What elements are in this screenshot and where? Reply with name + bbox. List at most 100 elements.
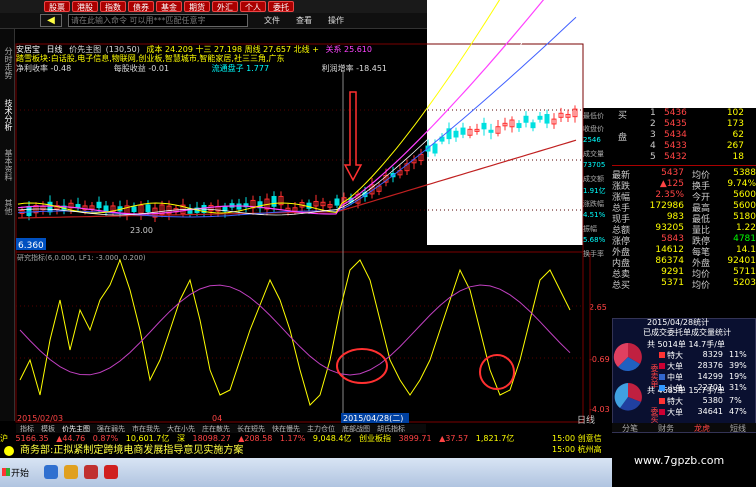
- order-book-row[interactable]: 5 5432 18: [612, 152, 756, 163]
- stat-name: 中单: [667, 373, 683, 382]
- price-info-label: 4.51%: [583, 211, 606, 219]
- main-chart-frame: [15, 43, 584, 253]
- candle-body: [523, 115, 529, 123]
- quote-row: 总手 172986 最高 5600: [612, 201, 756, 214]
- indicator-tab[interactable]: 市在我先: [132, 424, 160, 433]
- indicator-tab[interactable]: 大在小先: [167, 424, 195, 433]
- ma-line-magenta: [17, 0, 545, 215]
- indicator-tab[interactable]: 庄在散先: [202, 424, 230, 433]
- index-ticker: 沪 5166.35 ▲44.76 0.87% 10,601.7亿 深 18098…: [0, 433, 548, 444]
- quote-row: 外盘 14612 每笔 14.1: [612, 245, 756, 258]
- candle-body: [145, 204, 151, 213]
- stat-volume: 22701: [697, 383, 723, 392]
- order-volume: 62: [732, 130, 744, 140]
- stat-heading: 已成交委托单成交量统计: [643, 328, 731, 337]
- price-info-label: 成交额: [583, 174, 604, 183]
- order-volume: 173: [726, 119, 744, 129]
- legend-swatch-icon: [659, 409, 665, 415]
- quote-value: 14612: [655, 245, 684, 255]
- quote-label: 均价: [692, 281, 711, 291]
- stat-volume: 8329: [702, 350, 723, 359]
- quote-value: 5600: [733, 190, 756, 200]
- right-news-item[interactable]: 15:00 杭州高: [548, 444, 612, 455]
- app-icon[interactable]: [84, 465, 98, 479]
- stat-pct: 47%: [729, 407, 747, 416]
- stat-name: 特大: [667, 397, 683, 406]
- indicator-tab[interactable]: 指标: [20, 424, 34, 433]
- quote-row: 涨跌 ▲125 换手 9.74%: [612, 179, 756, 192]
- indicator-tab[interactable]: 价先主图: [62, 424, 90, 433]
- candle-body: [530, 122, 536, 129]
- order-price: 5435: [664, 119, 687, 129]
- order-level: 2: [650, 119, 656, 129]
- tab-dragon-tiger[interactable]: 龙虎: [684, 423, 720, 433]
- news-text: 商务部:正拟紧制定跨境电商发展指导意见实施方案: [20, 445, 244, 456]
- price-label: 6.360: [18, 241, 44, 251]
- indicator-tab[interactable]: 底部战图: [342, 424, 370, 433]
- quote-panel: 买 1 5436 102 2 5435 173 盘 3 5434 62 4 5433 267 5 5432 18…: [612, 108, 756, 318]
- stat-pct: 31%: [729, 383, 747, 392]
- sell-stat-row: 大单 28376 39%: [659, 361, 755, 372]
- ticker-cyb-index: 3899.71: [398, 434, 432, 443]
- signal-arrow-icon: [343, 91, 363, 182]
- order-book-row[interactable]: 盘 3 5434 62: [612, 130, 756, 143]
- tab-shortline[interactable]: 短线: [720, 423, 756, 433]
- legend-swatch-icon: [659, 385, 665, 391]
- quote-value: 5180: [733, 212, 756, 222]
- highlight-circle-icon: [336, 348, 388, 384]
- tab-finance[interactable]: 财务: [648, 423, 684, 433]
- quote-value: ▲125: [659, 179, 684, 189]
- candle-body: [460, 127, 466, 135]
- start-button[interactable]: 开始: [2, 466, 34, 480]
- ticker-cyb-name: 创业板指: [358, 434, 391, 443]
- right-news-item[interactable]: 15:00 创意信: [548, 433, 612, 444]
- order-volume: 267: [726, 141, 744, 151]
- indicator-tab[interactable]: 模板: [41, 424, 55, 433]
- candle-body: [131, 206, 137, 213]
- quote-value: 5388: [733, 168, 756, 178]
- quote-value: 172986: [649, 201, 684, 211]
- order-price: 5436: [664, 108, 687, 118]
- quote-value: 5600: [733, 201, 756, 211]
- buy-stat-row: 大单 34641 47%: [659, 407, 755, 418]
- legend-swatch-icon: [659, 374, 665, 380]
- right-axis-tick: -0.69: [589, 355, 610, 364]
- order-level: 4: [650, 141, 656, 151]
- folder-icon[interactable]: [64, 465, 78, 479]
- quote-row: 总卖 9291 均价 5711: [612, 267, 756, 280]
- legend-swatch-icon: [659, 352, 665, 358]
- stock-app-icon[interactable]: [104, 465, 118, 479]
- indicator-tab[interactable]: 强在弱先: [97, 424, 125, 433]
- news-bar[interactable]: 商务部:正拟紧制定跨境电商发展指导意见实施方案: [0, 444, 548, 458]
- ie-icon[interactable]: [44, 465, 58, 479]
- order-book-row[interactable]: 4 5433 267: [612, 141, 756, 152]
- finance-item: 利润增率 -18.451: [321, 64, 388, 73]
- stat-tabs: 分笔 财务 龙虎 短线: [612, 423, 756, 433]
- news-icon: [4, 446, 14, 456]
- candle-body: [537, 115, 543, 120]
- indicator-tab[interactable]: 快在慢先: [272, 424, 300, 433]
- ticker-sh-index: 5166.35: [15, 434, 49, 443]
- indicator-tab[interactable]: 胡氏指标: [377, 424, 405, 433]
- stat-pct: 39%: [729, 361, 747, 370]
- legend-swatch-icon: [659, 363, 665, 369]
- quote-value: 9.74%: [727, 179, 756, 189]
- sell-stat-row: 小单 22701 31%: [659, 383, 755, 394]
- right-axis-tick: 2.65: [589, 303, 607, 312]
- price-info-label: 5.68%: [583, 236, 606, 244]
- indicator-tab[interactable]: 主力仓位: [307, 424, 335, 433]
- price-info-panel: 最低价 收盘价 2546 成交量 73705 成交额 1.91亿 涨跌幅 4.51% 振幅 5.68…: [583, 111, 612, 263]
- candle-body: [26, 206, 32, 217]
- order-book-row[interactable]: 买 1 5436 102: [612, 108, 756, 121]
- tab-trades[interactable]: 分笔: [612, 423, 648, 433]
- price-info-label: 1.91亿: [583, 187, 606, 195]
- stat-name: 大单: [667, 362, 683, 371]
- order-book-row[interactable]: 2 5435 173: [612, 119, 756, 130]
- windows-icon: [2, 468, 10, 476]
- order-volume: 102: [726, 108, 744, 118]
- quote-row: 最新 5437 均价 5388: [612, 168, 756, 181]
- price-info-label: 最低价: [583, 112, 604, 120]
- candle-body: [516, 123, 522, 129]
- indicator-tab[interactable]: 长在短先: [237, 424, 265, 433]
- indicator-line-yellow: [19, 258, 571, 406]
